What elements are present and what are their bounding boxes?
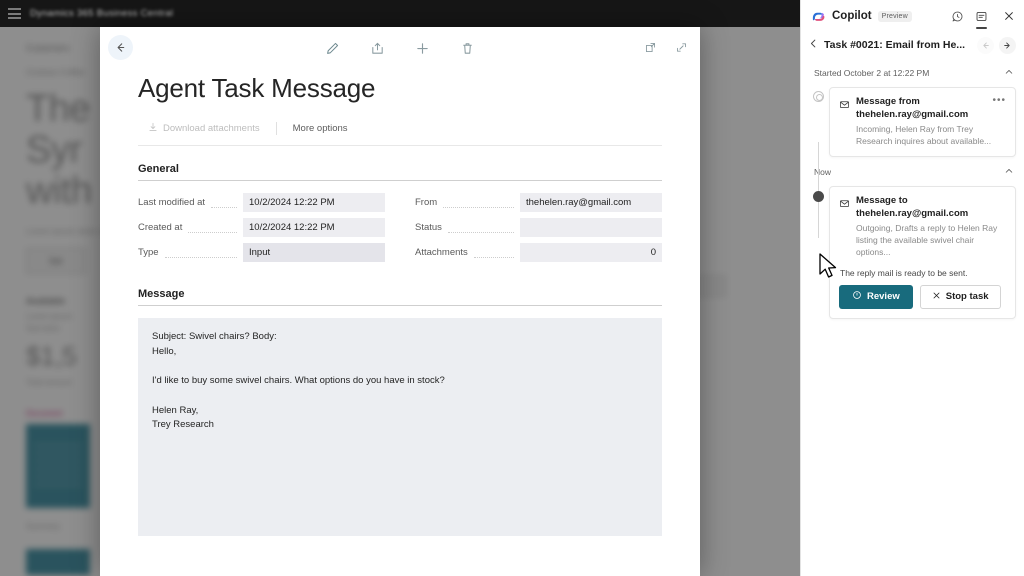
share-icon[interactable] xyxy=(369,40,386,57)
chevron-up-icon[interactable] xyxy=(1004,163,1014,181)
message-section-heading: Message xyxy=(138,288,662,306)
field-attachments: Attachments 0 xyxy=(415,243,662,262)
open-in-new-window-icon[interactable] xyxy=(642,39,659,56)
nav-next-icon[interactable] xyxy=(999,36,1016,54)
hamburger-icon[interactable] xyxy=(8,8,21,19)
review-icon xyxy=(852,290,862,303)
timeline-dot xyxy=(813,191,824,203)
close-icon[interactable] xyxy=(1002,9,1016,23)
chevron-up-icon[interactable] xyxy=(1004,64,1014,82)
action-divider xyxy=(275,122,277,135)
timeline-group-header[interactable]: Now xyxy=(801,157,1024,186)
attachments-input[interactable]: 0 xyxy=(520,243,662,262)
task-title: Task #0021: Email from He... xyxy=(824,39,966,51)
agent-task-message-dialog: Agent Task Message Download attachments … xyxy=(100,27,700,576)
copilot-brand-label: Copilot xyxy=(832,10,872,22)
status-input[interactable] xyxy=(520,218,662,237)
copilot-header-tabs xyxy=(950,9,1016,29)
field-label: Type xyxy=(138,247,159,258)
field-label: Last modified at xyxy=(138,197,206,208)
field-created-at: Created at 10/2/2024 12:22 PM xyxy=(138,218,385,237)
nav-prev-icon[interactable] xyxy=(977,36,994,54)
mail-icon xyxy=(839,196,850,221)
dotted-leader xyxy=(188,232,237,233)
from-input[interactable]: thehelen.ray@gmail.com xyxy=(520,193,662,212)
close-x-icon xyxy=(932,291,941,303)
plus-icon[interactable] xyxy=(414,40,431,57)
stop-task-button-label: Stop task xyxy=(945,291,989,303)
stop-task-button[interactable]: Stop task xyxy=(919,284,1001,309)
card-title: Message to thehelen.ray@gmail.com xyxy=(856,195,969,220)
dotted-leader xyxy=(447,232,514,233)
arrow-left-icon[interactable] xyxy=(108,35,133,60)
download-attachments-label: Download attachments xyxy=(163,123,260,134)
chat-history-tab[interactable] xyxy=(950,9,965,24)
message-body-textarea[interactable]: Subject: Swivel chairs? Body: Hello, I'd… xyxy=(138,318,662,536)
card-header-row: Message to thehelen.ray@gmail.com xyxy=(839,195,1006,221)
trash-icon[interactable] xyxy=(459,40,476,57)
more-options-icon[interactable]: ••• xyxy=(992,96,1006,122)
dotted-leader xyxy=(211,207,237,208)
timeline-card-outgoing[interactable]: Message to thehelen.ray@gmail.com Outgoi… xyxy=(829,186,1016,319)
card-actions: Review Stop task xyxy=(839,284,1006,309)
field-label: From xyxy=(415,197,438,208)
timeline-group-header[interactable]: Started October 2 at 12:22 PM xyxy=(801,58,1024,87)
dotted-leader xyxy=(164,257,237,258)
card-description: Outgoing, Drafts a reply to Helen Ray li… xyxy=(856,223,998,257)
field-last-modified-at: Last modified at 10/2/2024 12:22 PM xyxy=(138,193,385,212)
page-title: Agent Task Message xyxy=(138,73,376,103)
copilot-panel: Copilot Preview Task #0021: Email from H… xyxy=(800,0,1024,576)
field-status: Status xyxy=(415,218,662,237)
timeline-dot xyxy=(813,91,824,102)
mail-icon xyxy=(839,97,850,122)
chevron-left-icon[interactable] xyxy=(808,36,819,54)
dialog-window-controls xyxy=(642,39,690,56)
general-section-heading: General xyxy=(138,163,662,181)
dialog-body: Agent Task Message Download attachments … xyxy=(100,73,700,536)
card-description: Incoming, Helen Ray from Trey Research i… xyxy=(856,123,992,146)
field-from: From thehelen.ray@gmail.com xyxy=(415,193,662,212)
expand-icon[interactable] xyxy=(673,39,690,56)
more-options-button[interactable]: More options xyxy=(283,121,358,136)
type-input[interactable]: Input xyxy=(243,243,385,262)
screen: Customers Contoso Coffee The Syr with Lo… xyxy=(0,0,1024,576)
card-header-row: Message from thehelen.ray@gmail.com ••• xyxy=(839,96,1006,122)
copilot-task-bar: Task #0021: Email from He... xyxy=(801,32,1024,58)
card-title: Message from thehelen.ray@gmail.com xyxy=(856,96,969,120)
app-title: Dynamics 365 Business Central xyxy=(30,8,174,19)
field-label: Status xyxy=(415,222,442,233)
copilot-timeline: Started October 2 at 12:22 PM Message fr… xyxy=(801,58,1024,319)
field-label: Attachments xyxy=(415,247,468,258)
edit-pencil-icon[interactable] xyxy=(324,40,341,57)
dotted-leader xyxy=(443,207,514,208)
last-modified-at-input[interactable]: 10/2/2024 12:22 PM xyxy=(243,193,385,212)
more-options-label: More options xyxy=(292,123,348,134)
card-status-text: The reply mail is ready to be sent. xyxy=(840,267,968,278)
review-button[interactable]: Review xyxy=(839,284,913,309)
dialog-action-row: Download attachments More options xyxy=(138,120,662,146)
created-at-input[interactable]: 10/2/2024 12:22 PM xyxy=(243,218,385,237)
general-fields: Last modified at 10/2/2024 12:22 PM From… xyxy=(138,193,662,262)
download-icon xyxy=(148,122,158,135)
field-type: Type Input xyxy=(138,243,385,262)
download-attachments-button[interactable]: Download attachments xyxy=(138,120,270,137)
copilot-logo-icon xyxy=(811,9,826,24)
timeline-group-label: Started October 2 at 12:22 PM xyxy=(814,68,930,78)
copilot-header: Copilot Preview xyxy=(801,0,1024,32)
dialog-toolbar xyxy=(100,27,700,69)
dotted-leader xyxy=(473,257,514,258)
tasks-tab[interactable] xyxy=(974,9,989,29)
review-button-label: Review xyxy=(867,291,900,303)
preview-badge: Preview xyxy=(877,10,912,22)
timeline-group-label: Now xyxy=(814,167,832,178)
field-label: Created at xyxy=(138,222,183,233)
timeline-card-incoming[interactable]: Message from thehelen.ray@gmail.com ••• … xyxy=(829,87,1016,158)
